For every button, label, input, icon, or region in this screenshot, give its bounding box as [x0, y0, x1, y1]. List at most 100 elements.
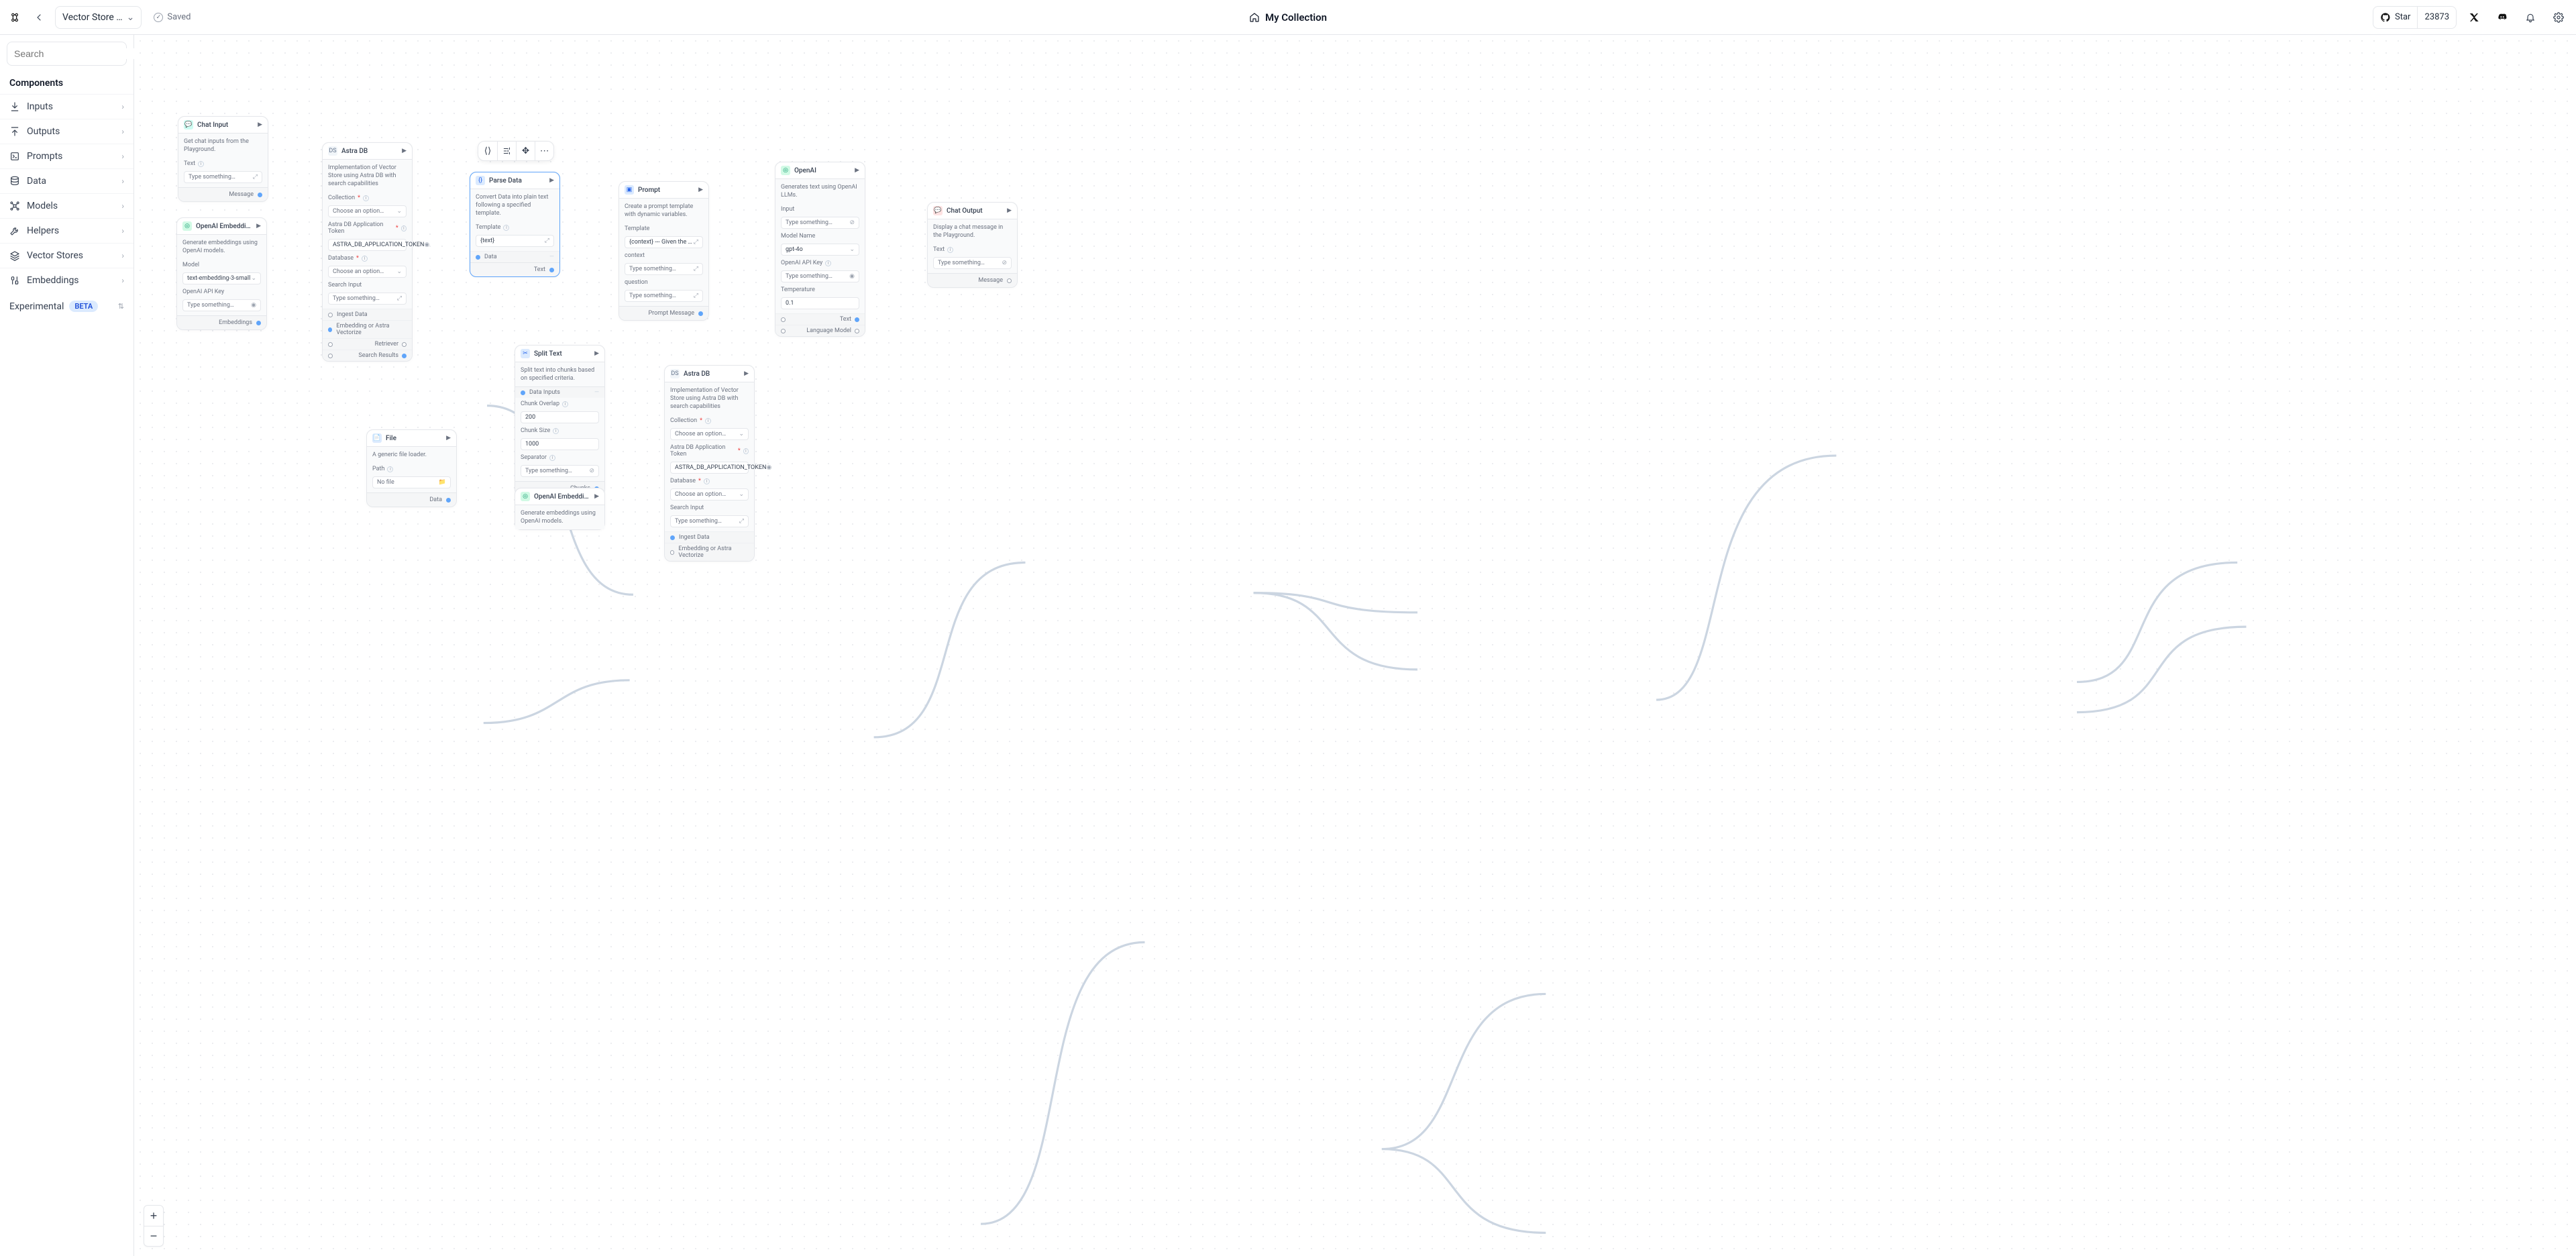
- play-icon[interactable]: ▶: [402, 148, 407, 154]
- code-button[interactable]: ⟨⟩: [478, 142, 497, 160]
- field-label: Database: [670, 478, 696, 484]
- play-icon[interactable]: ▶: [256, 223, 261, 229]
- check-icon: ✓: [154, 13, 163, 22]
- output-port[interactable]: [855, 317, 859, 322]
- template-input[interactable]: {context} --- Given the context above, a…: [625, 236, 703, 248]
- search-field[interactable]: [7, 42, 127, 66]
- node-chat-input[interactable]: 💬Chat Input▶ Get chat inputs from the Pl…: [178, 116, 268, 202]
- node-chat-output[interactable]: 💬Chat Output▶ Display a chat message in …: [927, 202, 1018, 288]
- sidebar-item-embeddings[interactable]: Embeddings›: [0, 268, 133, 293]
- collection-select[interactable]: Choose an option…⌄: [670, 428, 749, 440]
- chunk-size-input[interactable]: 1000: [521, 438, 599, 450]
- flow-canvas[interactable]: ⟨⟩ ✥ ⋯ 💬Chat Input▶ Get chat inputs from…: [134, 35, 2576, 1256]
- collection-select[interactable]: Choose an option…⌄: [328, 205, 407, 217]
- notifications-button[interactable]: [2520, 7, 2541, 28]
- file-icon: 📄: [372, 433, 382, 443]
- input-port[interactable]: [328, 327, 332, 332]
- sidebar-item-outputs[interactable]: Outputs›: [0, 119, 133, 144]
- play-icon[interactable]: ▶: [855, 167, 859, 174]
- search-input[interactable]: [14, 48, 136, 59]
- sidebar-item-inputs[interactable]: Inputs›: [0, 94, 133, 119]
- input-port[interactable]: [476, 255, 480, 260]
- discord-link-button[interactable]: [2491, 7, 2513, 28]
- template-input[interactable]: {text}⤢: [476, 235, 554, 247]
- play-icon[interactable]: ▶: [258, 121, 262, 128]
- sidebar-item-vector-stores[interactable]: Vector Stores›: [0, 243, 133, 268]
- sidebar-item-helpers[interactable]: Helpers›: [0, 218, 133, 243]
- node-openai[interactable]: ◎OpenAI▶ Generates text using OpenAI LLM…: [775, 162, 865, 337]
- settings-button[interactable]: [497, 142, 516, 160]
- output-port[interactable]: [256, 321, 261, 325]
- separator-input[interactable]: Type something…⊘: [521, 465, 599, 477]
- zoom-out-button[interactable]: −: [144, 1226, 163, 1246]
- token-input[interactable]: ASTRA_DB_APPLICATION_TOKEN◉: [670, 462, 749, 474]
- info-icon: i: [743, 448, 749, 454]
- temperature-input[interactable]: 0.1: [781, 297, 859, 309]
- sidebar-item-models[interactable]: Models›: [0, 193, 133, 218]
- output-port[interactable]: [402, 342, 407, 347]
- sidebar-item-data[interactable]: Data›: [0, 168, 133, 193]
- node-split-text[interactable]: ✂Split Text▶ Split text into chunks base…: [515, 345, 605, 496]
- play-icon[interactable]: ▶: [1007, 207, 1012, 214]
- search-input-field[interactable]: Type something…⤢: [670, 515, 749, 527]
- text-input[interactable]: Type something…⤢: [184, 171, 262, 183]
- back-button[interactable]: [28, 7, 50, 28]
- output-port[interactable]: [855, 329, 859, 333]
- node-astra-db-2[interactable]: DSAstra DB▶ Implementation of Vector Sto…: [664, 365, 755, 562]
- node-astra-db[interactable]: DSAstra DB▶ Implementation of Vector Sto…: [322, 142, 413, 362]
- node-file[interactable]: 📄File▶ A generic file loader. Pathi No f…: [366, 429, 457, 507]
- play-icon[interactable]: ▶: [549, 177, 554, 184]
- search-input-field[interactable]: Type something…⤢: [328, 293, 407, 305]
- more-button[interactable]: ⋯: [535, 142, 553, 160]
- zoom-in-button[interactable]: +: [144, 1206, 163, 1226]
- play-icon[interactable]: ▶: [594, 350, 599, 357]
- text-input[interactable]: Type something…⊘: [933, 257, 1012, 269]
- upload-file-icon[interactable]: 📁: [439, 479, 446, 486]
- database-select[interactable]: Choose an option…⌄: [670, 488, 749, 501]
- x-link-button[interactable]: [2463, 7, 2485, 28]
- input-port[interactable]: [328, 313, 333, 317]
- sidebar-item-prompts[interactable]: Prompts›: [0, 144, 133, 168]
- node-title: OpenAI Embeddings: [534, 493, 590, 501]
- path-input[interactable]: No file📁: [372, 476, 451, 488]
- node-parse-data[interactable]: {}Parse Data▶ Convert Data into plain te…: [470, 172, 560, 277]
- chunk-overlap-input[interactable]: 200: [521, 411, 599, 423]
- node-openai-embeddings[interactable]: ◎OpenAI Embeddings▶ Generate embeddings …: [176, 217, 267, 330]
- node-openai-embeddings-2[interactable]: ◎OpenAI Embeddings▶ Generate embeddings …: [515, 488, 605, 530]
- play-icon[interactable]: ▶: [698, 187, 703, 193]
- chevron-right-icon: ›: [121, 152, 124, 161]
- output-port-label: Message: [978, 277, 1003, 284]
- input-port[interactable]: [670, 535, 675, 540]
- input-field[interactable]: Type something…⊘: [781, 217, 859, 229]
- output-port[interactable]: [446, 498, 451, 503]
- token-input[interactable]: ASTRA_DB_APPLICATION_TOKEN◉: [328, 239, 407, 251]
- api-key-input[interactable]: Type something…◉: [781, 270, 859, 282]
- output-port[interactable]: [258, 193, 262, 197]
- eye-icon[interactable]: ◉: [251, 302, 256, 309]
- layers-icon: [9, 250, 20, 261]
- model-select[interactable]: text-embedding-3-small⌄: [182, 272, 261, 284]
- output-port[interactable]: [402, 354, 407, 358]
- output-port[interactable]: [1007, 278, 1012, 283]
- play-icon[interactable]: ▶: [744, 370, 749, 377]
- play-icon[interactable]: ▶: [594, 493, 599, 500]
- play-icon[interactable]: ▶: [446, 435, 451, 441]
- model-select[interactable]: gpt-4o⌄: [781, 244, 859, 256]
- input-port[interactable]: [521, 390, 525, 395]
- context-input[interactable]: Type something…⤢: [625, 263, 703, 275]
- chat-out-icon: 💬: [933, 206, 943, 215]
- node-description: Generate embeddings using OpenAI models.: [515, 505, 604, 529]
- expand-icon[interactable]: ⤢: [253, 174, 258, 180]
- database-select[interactable]: Choose an option…⌄: [328, 266, 407, 278]
- sidebar-item-experimental[interactable]: Experimental BETA ⇅: [0, 293, 133, 320]
- output-port[interactable]: [698, 311, 703, 316]
- input-port[interactable]: [670, 550, 674, 555]
- output-port[interactable]: [549, 268, 554, 272]
- project-select[interactable]: Vector Store … ⌄: [55, 6, 142, 29]
- node-prompt[interactable]: ▣Prompt▶ Create a prompt template with d…: [619, 181, 709, 321]
- move-button[interactable]: ✥: [516, 142, 535, 160]
- github-star-button[interactable]: Star 23873: [2373, 6, 2457, 29]
- question-input[interactable]: Type something…⤢: [625, 290, 703, 302]
- api-key-input[interactable]: Type something…◉: [182, 299, 261, 311]
- settings-button[interactable]: [2548, 7, 2569, 28]
